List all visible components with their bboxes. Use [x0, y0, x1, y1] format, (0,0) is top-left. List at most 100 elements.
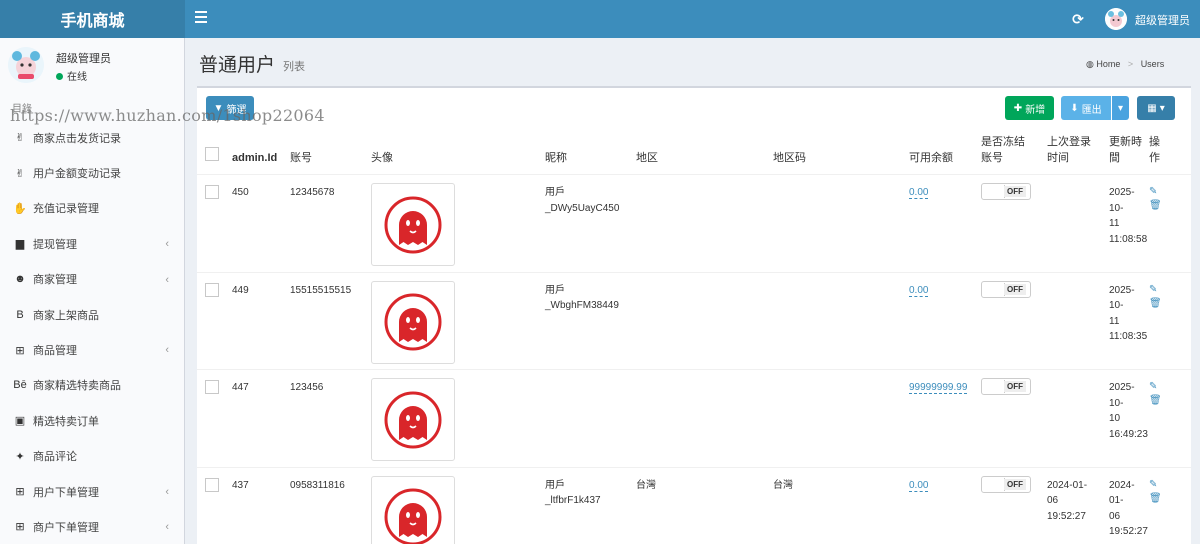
trash-icon[interactable]: 🗑: [1149, 199, 1191, 213]
table-row: 450 12345678 用戶 _DWy5UayC450 0.00 OFF 2025-10-…: [197, 174, 1191, 273]
user-avatar-image[interactable]: [371, 280, 455, 364]
cart-icon: ⊞: [15, 521, 25, 534]
columns-button[interactable]: ▦ ▾: [1137, 96, 1175, 120]
trash-icon[interactable]: 🗑: [1149, 297, 1191, 311]
cell-balance: 0.00: [909, 272, 981, 370]
sidebar-item-9[interactable]: ▣ 精选特卖订单: [0, 403, 185, 438]
download-icon: ⬇: [1070, 102, 1079, 114]
edit-icon[interactable]: ✎: [1149, 283, 1191, 297]
user-avatar-image[interactable]: [371, 183, 455, 266]
page-subtitle: 列表: [283, 61, 305, 73]
sidebar: 超级管理员 在线 https://www.huzhan.com/1shop220…: [0, 38, 325, 544]
sidebar-item-11[interactable]: ⊞ 用户下单管理 ‹: [0, 474, 185, 509]
cell-updated: 2025-10- 10 16:49:23: [1109, 369, 1149, 468]
sidebar-item-label: 用户下单管理: [33, 486, 99, 499]
menu-header: 目錄: [12, 104, 32, 115]
sidebar-item-10[interactable]: ✦ 商品评论: [0, 439, 185, 474]
column-header-id[interactable]: admin.Id: [232, 130, 290, 175]
cart-icon: ⊞: [15, 344, 25, 357]
cell-balance: 99999999.99: [909, 369, 981, 468]
online-status: 在线: [56, 68, 87, 83]
table-row: 437 0958311816 用戶 _ltfbrF1k437 台灣 台灣 0.00 OFF 20…: [197, 467, 1191, 544]
editable-balance[interactable]: 0.00: [909, 187, 929, 199]
sidebar-item-label: 商户下单管理: [33, 521, 99, 534]
user-avatar-image[interactable]: [371, 378, 455, 461]
export-dropdown-button[interactable]: ▾: [1112, 96, 1129, 120]
cell-avatar: [371, 467, 545, 544]
breadcrumb-home[interactable]: Home: [1096, 59, 1120, 69]
sidebar-item-8[interactable]: Bē 商家精选特卖商品: [0, 368, 185, 403]
refresh-icon[interactable]: ⟳: [1070, 11, 1086, 27]
sidebar-item-6[interactable]: B 商家上架商品: [0, 297, 185, 332]
sidebar-item-label: 商品管理: [33, 345, 77, 358]
column-header-region: 地区: [636, 130, 773, 175]
trash-icon[interactable]: 🗑: [1149, 492, 1191, 506]
sidebar-item-2[interactable]: ✌ 用户金额变动记录: [0, 155, 185, 190]
frozen-toggle[interactable]: OFF: [981, 378, 1031, 395]
column-header-avatar: 头像: [371, 130, 545, 175]
archive-icon: ▣: [14, 415, 26, 428]
sidebar-item-7[interactable]: ⊞ 商品管理 ‹: [0, 332, 185, 367]
row-checkbox[interactable]: [205, 282, 219, 297]
select-all-checkbox[interactable]: [205, 147, 219, 161]
add-user-button[interactable]: ✚ 新增: [1005, 96, 1054, 120]
filter-button[interactable]: ▼ 篩選: [206, 96, 254, 120]
cell-frozen: OFF: [981, 467, 1047, 544]
dashboard-icon: ◍: [1086, 59, 1094, 69]
cell-last-login: 2024-01- 06 19:52:27: [1047, 467, 1109, 544]
edit-icon[interactable]: ✎: [1149, 185, 1191, 199]
brand-logo[interactable]: 手机商城: [0, 0, 185, 38]
row-checkbox[interactable]: [205, 477, 219, 492]
bitcoin-icon: B: [16, 308, 24, 321]
export-button[interactable]: ⬇ 匯出: [1061, 96, 1111, 120]
editable-balance[interactable]: 99999999.99: [909, 382, 968, 394]
filter-icon: ▼: [213, 102, 224, 114]
sidebar-item-1[interactable]: ✌ 商家点击发货记录: [0, 120, 185, 155]
breadcrumb-separator: >: [1127, 59, 1134, 69]
user-avatar-image[interactable]: [371, 475, 455, 544]
frozen-toggle[interactable]: OFF: [981, 280, 1031, 298]
cell-actions: ✎ 🗑: [1149, 467, 1191, 544]
sidebar-item-label: 商品评论: [33, 451, 77, 464]
cell-region: [636, 272, 773, 370]
sidebar-item-4[interactable]: ▆ 提现管理 ‹: [0, 226, 185, 261]
cell-region-code: [773, 272, 909, 370]
cell-actions: ✎ 🗑: [1149, 174, 1191, 273]
sidebar-toggle-icon[interactable]: [195, 11, 207, 25]
cell-actions: ✎ 🗑: [1149, 272, 1191, 370]
column-header-balance: 可用余额: [909, 130, 981, 175]
cell-account: 123456: [290, 369, 371, 468]
editable-balance[interactable]: 0.00: [909, 284, 929, 297]
sidebar-item-5[interactable]: ☻ 商家管理 ‹: [0, 262, 185, 297]
row-checkbox[interactable]: [205, 380, 219, 394]
avatar[interactable]: [1105, 8, 1127, 30]
cell-balance: 0.00: [909, 467, 981, 544]
chevron-left-icon: ‹: [165, 485, 169, 498]
top-user-name[interactable]: 超级管理员: [1135, 12, 1190, 28]
frozen-toggle[interactable]: OFF: [981, 183, 1031, 200]
edit-icon[interactable]: ✎: [1149, 380, 1191, 394]
breadcrumb: ◍ Home > Users: [1086, 59, 1164, 70]
table-header-row: admin.Id 账号 头像 昵称 地区 地区码 可用余额 是否冻结 账号 上次登…: [197, 130, 1191, 175]
book-icon: ▆: [15, 238, 25, 251]
sidebar-item-label: 商家上架商品: [33, 309, 99, 322]
sidebar-item-3[interactable]: ✋ 充值记录管理: [0, 191, 185, 226]
row-checkbox[interactable]: [205, 185, 219, 199]
sidebar-item-12[interactable]: ⊞ 商户下单管理 ‹: [0, 509, 185, 544]
edit-icon[interactable]: ✎: [1149, 478, 1191, 492]
plus-icon: ✚: [1013, 102, 1023, 114]
cell-region: 台灣: [636, 467, 773, 544]
cell-nickname: 用戶 _WbghFM38449: [545, 272, 636, 370]
table-icon: ▦: [1147, 102, 1157, 114]
frozen-toggle[interactable]: OFF: [981, 475, 1031, 493]
cell-actions: ✎ 🗑: [1149, 369, 1191, 468]
cell-account: 12345678: [290, 174, 371, 273]
breadcrumb-current: Users: [1140, 59, 1165, 69]
github-icon: ☻: [14, 273, 26, 286]
sidebar-item-label: 精选特卖订单: [33, 415, 99, 428]
sidebar-item-label: 充值记录管理: [33, 203, 99, 216]
editable-balance[interactable]: 0.00: [909, 479, 929, 492]
sidebar-item-label: 商家管理: [33, 274, 77, 287]
trash-icon[interactable]: 🗑: [1149, 394, 1191, 408]
column-header-frozen: 是否冻结 账号: [981, 130, 1047, 175]
